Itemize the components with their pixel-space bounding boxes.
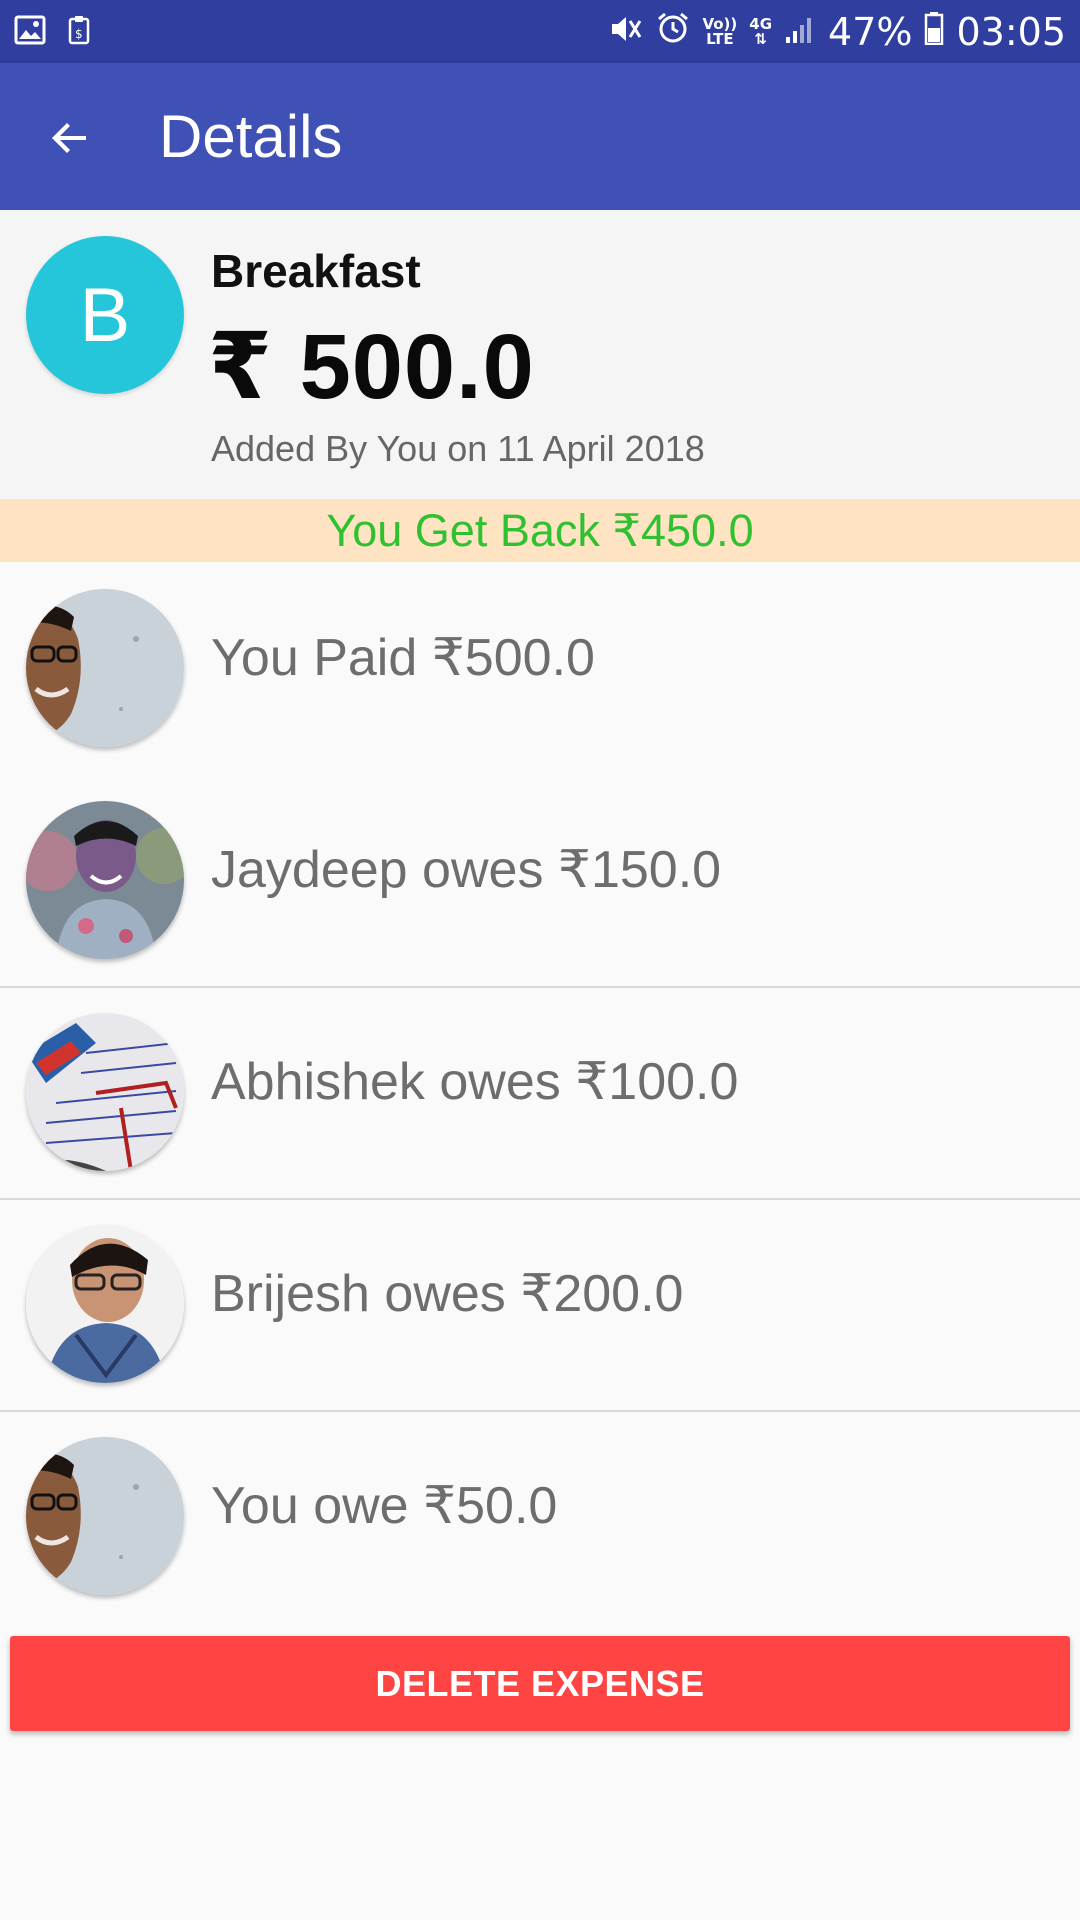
- volte-label-bottom: LTE: [706, 30, 734, 48]
- svg-text:$: $: [75, 27, 83, 41]
- expense-added-by: Added By You on 11 April 2018: [211, 428, 705, 469]
- signal-icon: [784, 10, 816, 54]
- expense-summary: B Breakfast ₹ 500.0 Added By You on 11 A…: [0, 210, 1080, 499]
- expense-letter-avatar: B: [26, 236, 184, 394]
- divider: [0, 986, 1080, 988]
- divider: [0, 1198, 1080, 1200]
- expense-amount: ₹ 500.0: [208, 316, 535, 418]
- avatar: [26, 1013, 184, 1171]
- entry-text: Jaydeep owes ₹150.0: [211, 841, 722, 899]
- avatar: [26, 801, 184, 959]
- status-left-icons: $: [14, 14, 92, 50]
- battery-icon: [924, 10, 944, 54]
- 4g-data-icon: 4G ⇅: [749, 15, 773, 48]
- avatar: [26, 1437, 184, 1595]
- battery-percent: 47%: [828, 10, 913, 54]
- list-item[interactable]: Abhishek owes ₹100.0: [0, 986, 1080, 1198]
- app-bar: Details: [0, 63, 1080, 210]
- list-item[interactable]: You Paid ₹500.0: [0, 562, 1080, 774]
- clipboard-icon: $: [68, 14, 92, 51]
- entry-text: Abhishek owes ₹100.0: [211, 1053, 739, 1111]
- entry-text: You owe ₹50.0: [211, 1477, 558, 1535]
- divider: [0, 1410, 1080, 1412]
- alarm-icon: [656, 10, 690, 54]
- mute-icon: [608, 10, 644, 54]
- delete-expense-button[interactable]: DELETE EXPENSE: [10, 1636, 1070, 1731]
- entry-text: Brijesh owes ₹200.0: [211, 1265, 684, 1323]
- clock: 03:05: [956, 10, 1066, 54]
- list-item[interactable]: You owe ₹50.0: [0, 1410, 1080, 1622]
- avatar: [26, 589, 184, 747]
- volte-icon: Vo)) LTE: [702, 17, 737, 47]
- page-title: Details: [159, 103, 343, 170]
- list-item[interactable]: Brijesh owes ₹200.0: [0, 1198, 1080, 1410]
- arrow-back-icon: [52, 123, 86, 153]
- avatar: [26, 1225, 184, 1383]
- expense-title: Breakfast: [211, 245, 421, 297]
- gallery-icon: [14, 15, 46, 50]
- status-right-icons: Vo)) LTE 4G ⇅ 47% 03:05: [608, 8, 1066, 56]
- list-item[interactable]: Jaydeep owes ₹150.0: [0, 774, 1080, 986]
- entry-text: You Paid ₹500.0: [211, 629, 595, 687]
- balance-banner: You Get Back ₹450.0: [0, 499, 1080, 562]
- expense-details-screen: $ Vo)) LTE 4G ⇅ 47% 03:05 Details B Brea…: [0, 0, 1080, 1920]
- back-button[interactable]: [30, 98, 110, 178]
- status-bar: $ Vo)) LTE 4G ⇅ 47% 03:05: [0, 0, 1080, 63]
